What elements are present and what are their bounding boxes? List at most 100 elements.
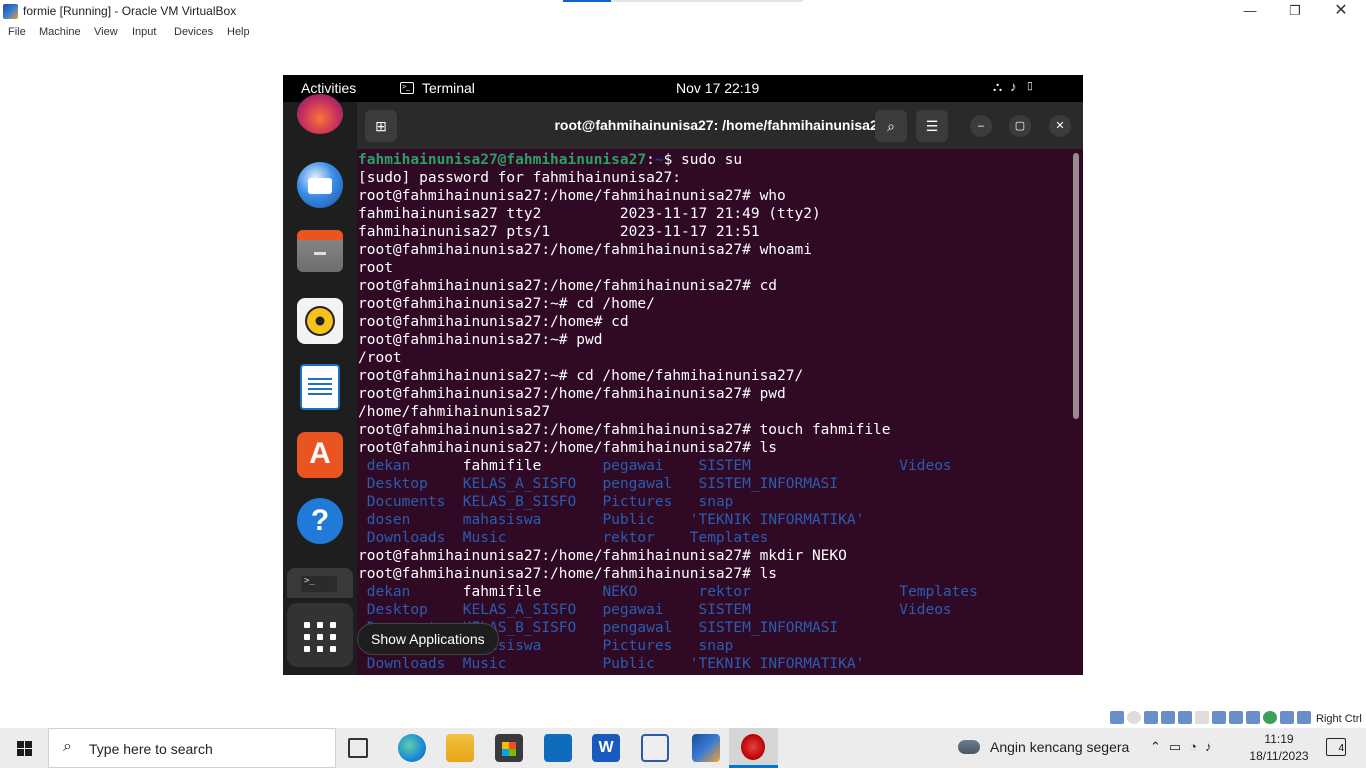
- terminal-line: /root: [358, 350, 402, 366]
- menu-devices[interactable]: Devices: [174, 26, 213, 38]
- terminal-line: fahmihainunisa27 pts/1 2023-11-17 21:51: [358, 224, 760, 240]
- menu-view[interactable]: View: [94, 26, 118, 38]
- optical-drive-icon[interactable]: [1127, 711, 1141, 724]
- terminal-icon[interactable]: >_: [287, 568, 353, 598]
- terminal-line: Documents KELAS_B_SISFO Pictures snap: [358, 493, 1070, 511]
- ls-entry: pengawal: [576, 620, 673, 636]
- edge-icon[interactable]: [398, 734, 426, 762]
- terminal-close-button[interactable]: ✕: [1049, 115, 1071, 137]
- taskbar-search-box[interactable]: ⌕ Type here to search: [48, 728, 336, 768]
- search-placeholder: Type here to search: [89, 741, 213, 757]
- prompt-path: ~: [654, 152, 664, 168]
- audio-icon[interactable]: [1144, 711, 1158, 724]
- help-icon[interactable]: ?: [297, 498, 343, 544]
- ls-entry: Downloads: [358, 656, 446, 672]
- file-explorer-icon[interactable]: [446, 734, 474, 762]
- terminal-line: root: [358, 260, 393, 276]
- menu-machine[interactable]: Machine: [39, 26, 81, 38]
- mouse-integration-icon[interactable]: [1280, 711, 1294, 724]
- hard-disk-icon[interactable]: [1110, 711, 1124, 724]
- terminal-maximize-button[interactable]: ▢: [1009, 115, 1031, 137]
- prompt-command: $ sudo su: [663, 152, 743, 168]
- activities-button[interactable]: Activities: [301, 80, 356, 96]
- cpu-icon[interactable]: [1246, 711, 1260, 724]
- terminal-output[interactable]: fahmihainunisa27@fahmihainunisa27:~$ sud…: [358, 151, 1070, 675]
- show-applications-icon[interactable]: [287, 603, 353, 667]
- ls-entry: SISTEM: [663, 458, 751, 474]
- firefox-icon[interactable]: [297, 94, 343, 134]
- terminal-line: root@fahmihainunisa27:/home/fahmihainuni…: [358, 566, 778, 582]
- ls-entry: mahasiswa: [410, 512, 542, 528]
- ls-entry: fahmifile: [410, 584, 542, 600]
- close-button[interactable]: ✕: [1318, 0, 1364, 24]
- ls-entry: Videos: [750, 602, 952, 618]
- word-icon[interactable]: W: [592, 734, 620, 762]
- files-icon[interactable]: [297, 230, 343, 272]
- display-icon[interactable]: [1212, 711, 1226, 724]
- restore-button[interactable]: ❐: [1272, 0, 1318, 24]
- ls-entry: Documents: [358, 494, 446, 510]
- virtualbox-icon[interactable]: [692, 734, 720, 762]
- vm-display[interactable]: Activities >_ Terminal Nov 17 22:19 ⛬♪▯ …: [283, 75, 1083, 675]
- gnome-clock[interactable]: Nov 17 22:19: [676, 80, 759, 96]
- ls-entry: dekan: [358, 458, 411, 474]
- taskbar-time: 11:19: [1264, 732, 1294, 746]
- libreoffice-writer-icon[interactable]: [300, 364, 340, 410]
- terminal-line: dekan fahmifile pegawai SISTEM Videos: [358, 457, 1070, 475]
- terminal-line: Desktop KELAS_A_SISFO pengawal SISTEM_IN…: [358, 475, 1070, 493]
- terminal-line: [sudo] password for fahmihainunisa27:: [358, 170, 682, 186]
- prompt-user: fahmihainunisa27@fahmihainunisa27: [358, 152, 647, 168]
- shared-folder-icon[interactable]: [1195, 711, 1209, 724]
- terminal-line: root@fahmihainunisa27:/home/fahmihainuni…: [358, 548, 847, 564]
- weather-widget[interactable]: Angin kencang segera: [958, 739, 1129, 755]
- terminal-line: Downloads Music Public 'TEKNIK INFORMATI…: [358, 655, 1070, 673]
- menu-help[interactable]: Help: [227, 26, 250, 38]
- host-key-label: Right Ctrl: [1316, 713, 1362, 725]
- ls-entry: Downloads: [358, 530, 446, 546]
- search-icon: ⌕: [63, 738, 72, 755]
- search-icon[interactable]: ⌕: [875, 110, 907, 142]
- notification-center-icon[interactable]: 4: [1326, 738, 1346, 756]
- taskbar-clock[interactable]: 11:19 18/11/2023: [1248, 731, 1310, 765]
- task-view-icon[interactable]: [348, 738, 368, 758]
- ls-entry: NEKO: [541, 584, 638, 600]
- terminal-line: dosen mahasiswa Public 'TEKNIK INFORMATI…: [358, 511, 1070, 529]
- app-center-icon[interactable]: A: [297, 432, 343, 478]
- virtualbox-status-icons: Right Ctrl: [1110, 711, 1362, 725]
- ls-entry: rektor: [637, 584, 751, 600]
- terminal-scrollbar[interactable]: [1073, 153, 1079, 419]
- virtualbox-icon: [3, 4, 18, 19]
- ubuntu-dock: A ? >_: [283, 94, 357, 675]
- mail-icon[interactable]: [544, 734, 572, 762]
- windows-taskbar: ⌕ Type here to search W Angin kencang se…: [0, 728, 1366, 768]
- system-status-icons[interactable]: ⛬♪▯: [993, 79, 1043, 95]
- keyboard-icon[interactable]: [1297, 711, 1311, 724]
- network-icon[interactable]: [1161, 711, 1175, 724]
- terminal-line: root@fahmihainunisa27:~# cd /home/fahmih…: [358, 368, 804, 384]
- thunderbird-icon[interactable]: [297, 162, 343, 208]
- menu-input[interactable]: Input: [132, 26, 156, 38]
- hamburger-menu-icon[interactable]: ☰: [916, 110, 948, 142]
- terminal-header-bar: ⊞ root@fahmihainunisa27: /home/fahmihain…: [357, 102, 1083, 149]
- running-vm-taskbar-button[interactable]: [729, 728, 778, 768]
- rhythmbox-icon[interactable]: [297, 298, 343, 344]
- ls-entry: 'TEKNIK INFORMATIKA': [654, 512, 865, 528]
- ls-entry: dosen: [358, 512, 411, 528]
- recording-icon[interactable]: [1229, 711, 1243, 724]
- ls-entry: Public: [506, 656, 655, 672]
- microsoft-store-icon[interactable]: [495, 734, 523, 762]
- menu-file[interactable]: File: [8, 26, 26, 38]
- system-tray-icons[interactable]: ⌃▭◔♪: [1150, 739, 1220, 755]
- prompt-colon: :: [646, 152, 655, 168]
- ls-entry: Pictures: [541, 638, 673, 654]
- terminal-minimize-button[interactable]: –: [970, 115, 992, 137]
- terminal-app-icon: >_: [400, 82, 414, 94]
- ls-entry: SISTEM_INFORMASI: [672, 476, 839, 492]
- usb-icon[interactable]: [1178, 711, 1192, 724]
- minimize-button[interactable]: —: [1227, 0, 1273, 24]
- virtualbox-manager-icon[interactable]: [641, 734, 669, 762]
- windows-start-icon[interactable]: [0, 728, 48, 768]
- ls-entry: Public: [541, 512, 655, 528]
- app-menu-label[interactable]: Terminal: [422, 80, 475, 96]
- guest-additions-icon[interactable]: [1263, 711, 1277, 724]
